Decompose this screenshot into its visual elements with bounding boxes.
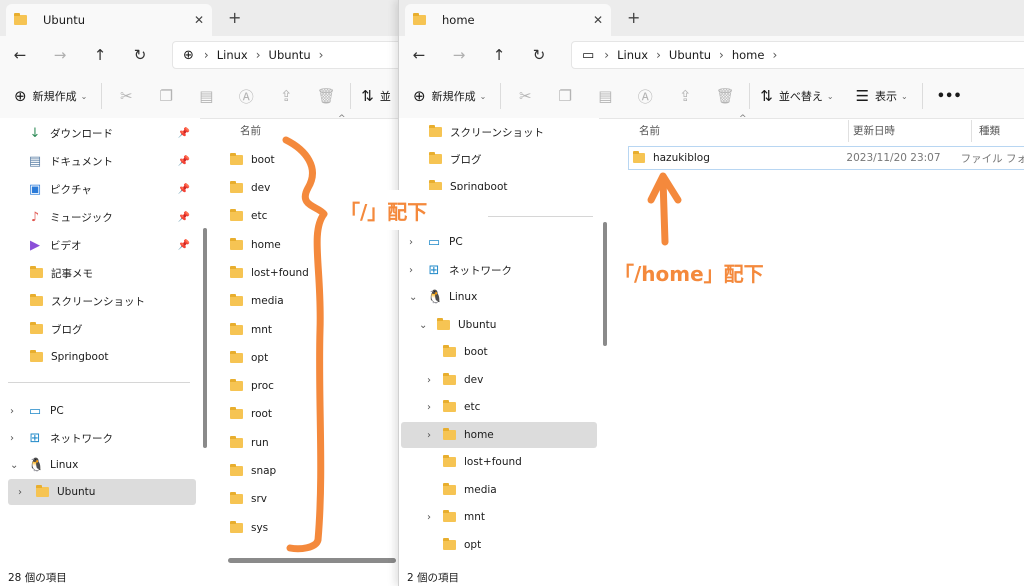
arrow-shaft	[659, 176, 669, 246]
brace-annotation	[282, 136, 328, 553]
annotation-overlay	[282, 136, 682, 553]
root-annotation-label: 「/」配下	[340, 200, 428, 224]
home-annotation-label: 「/home」配下	[614, 262, 764, 286]
